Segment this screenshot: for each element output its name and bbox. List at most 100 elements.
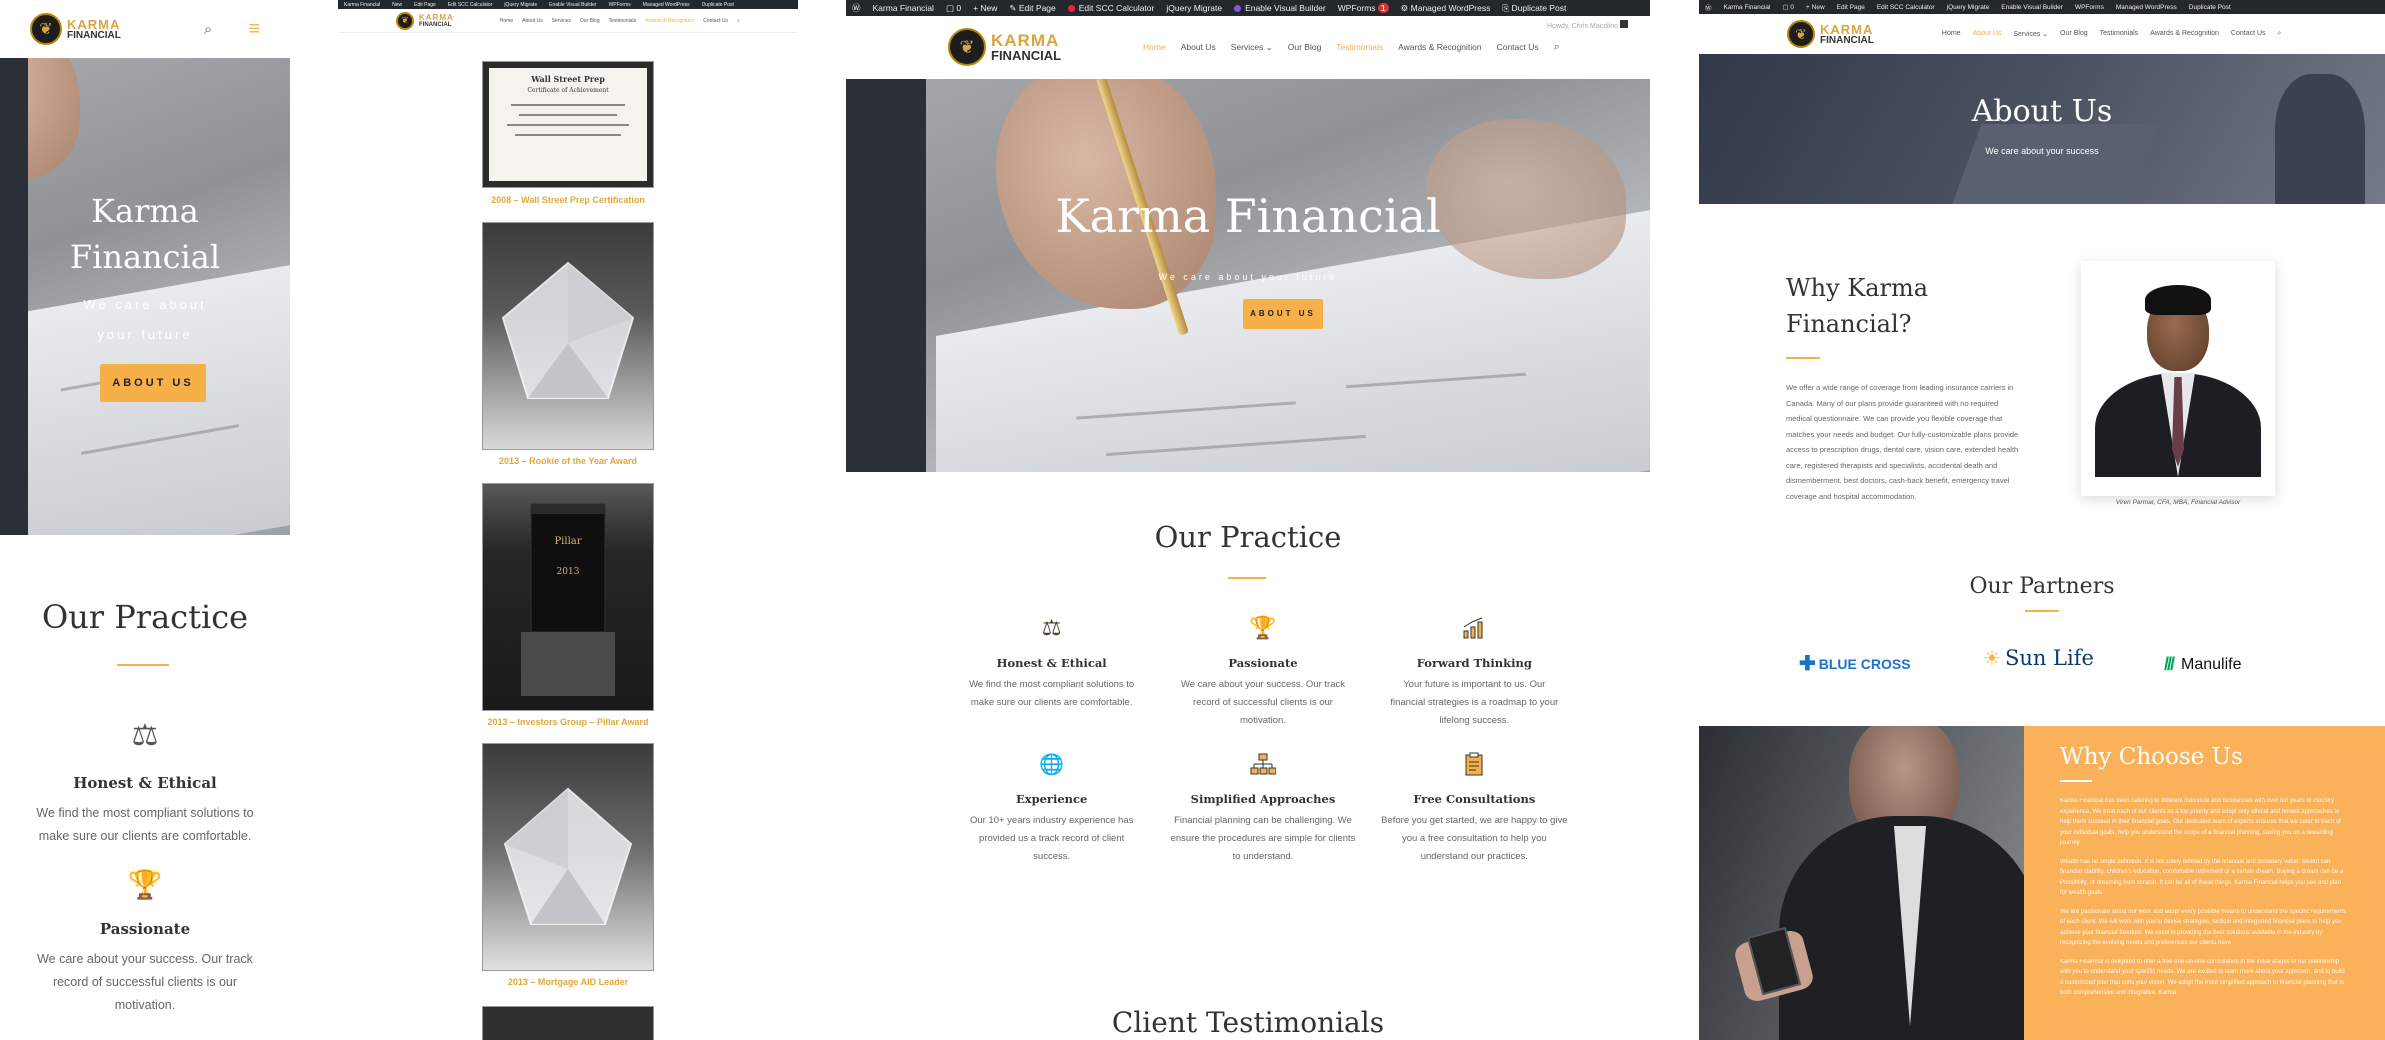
hero-title: Karma Financial (69, 192, 221, 276)
nav-testimonials[interactable]: Testimonials (609, 18, 637, 24)
nav-services[interactable]: Services ⌄ (2013, 30, 2048, 38)
gold-divider (117, 664, 169, 666)
about-title: About Us (1971, 94, 2113, 129)
admin-edit-page[interactable]: ✎ Edit Page (1009, 3, 1055, 14)
admin-duplicate[interactable]: ⎘ Duplicate Post (1502, 3, 1566, 14)
admin-bar: Ⓦ Karma Financial ▢ 0 + New Edit Page Edit SC… (1699, 0, 2385, 14)
sun-icon: ☀ (1983, 646, 2001, 670)
manulife-m-icon: /// (2164, 654, 2175, 674)
search-icon[interactable]: ⌕ (737, 18, 740, 24)
hero-subtitle: We care about your future (1158, 272, 1338, 282)
nav-testimonials[interactable]: Testimonials (2100, 30, 2139, 38)
desktop-home-panel: Ⓦ Karma Financial ▢ 0 + New ✎ Edit Page … (846, 0, 1650, 1040)
feature-item: Free Consultations Before you get starte… (1369, 748, 1580, 866)
main-nav: Home About Us Services ⌄ Our Blog Testim… (1143, 41, 1560, 54)
hamburger-menu-icon[interactable]: ≡ (248, 18, 260, 41)
partner-logo-bluecross[interactable]: ✚ BLUE CROSS (1799, 651, 1911, 676)
about-subtitle: We care about your success (1985, 146, 2099, 156)
admin-site-name[interactable]: Karma Financial (873, 3, 934, 13)
admin-jquery[interactable]: jQuery Migrate (1166, 3, 1222, 13)
main-nav: Home About Us Services ⌄ Our Blog Testim… (1942, 30, 2282, 38)
tree-logo-icon: ❦ (1787, 20, 1815, 48)
site-logo[interactable]: ❦ KARMA FINANCIAL (1787, 20, 1874, 48)
nav-contact[interactable]: Contact Us (2231, 30, 2266, 38)
feature-item: 🌐 Experience Our 10+ years industry expe… (946, 748, 1157, 866)
nav-services[interactable]: Services (552, 18, 571, 24)
admin-managed-wp[interactable]: ⚙ Managed WordPress (1401, 3, 1491, 14)
nav-about[interactable]: About Us (1973, 30, 2002, 38)
why-choose-section: Why Choose Us Karma Financial has been c… (2024, 726, 2385, 1040)
about-hero: About Us We care about your success (1699, 54, 2385, 204)
cross-icon: ✚ (1799, 653, 1816, 675)
search-icon[interactable]: ⌕ (204, 21, 212, 38)
award-image (482, 1006, 654, 1040)
nav-contact[interactable]: Contact Us (1497, 42, 1539, 52)
tree-logo-icon: ❦ (396, 11, 414, 30)
admin-wpforms[interactable]: WPForms 1 (1338, 3, 1389, 13)
site-header: ❦ KARMA FINANCIAL Home About Us Services … (338, 9, 798, 33)
wordpress-icon[interactable]: Ⓦ (852, 2, 861, 14)
logo-karma-text: KARMA (67, 16, 121, 32)
partner-logo-manulife[interactable]: ///Manulife (2164, 654, 2242, 675)
advisor-photo-card (2081, 261, 2275, 496)
nav-about[interactable]: About Us (522, 18, 543, 24)
pillar-award-image: Pillar 2013 (482, 483, 654, 711)
partners-title: Our Partners (1969, 574, 2115, 599)
nav-blog[interactable]: Our Blog (580, 18, 600, 24)
growth-chart-icon (1369, 612, 1580, 644)
admin-bar: Ⓦ Karma Financial ▢ 0 + New ✎ Edit Page … (846, 0, 1650, 16)
crystal-award-image (482, 743, 654, 971)
award-caption: 2013 – Rookie of the Year Award (499, 456, 637, 466)
site-header: ❦ KARMA FINANCIAL Home About Us Services … (846, 16, 1650, 78)
nav-home[interactable]: Home (500, 18, 513, 24)
features-grid: ⚖ Honest & Ethical We find the most comp… (946, 612, 1580, 866)
nav-home[interactable]: Home (1942, 30, 1961, 38)
admin-scc[interactable]: Edit SCC Calculator (1067, 3, 1154, 13)
site-logo[interactable]: ❦ KARMA FINANCIAL (30, 13, 121, 45)
hero-title: Karma Financial (1055, 189, 1441, 243)
practice-title: Our Practice (1154, 520, 1342, 554)
feature-item: Simplified Approaches Financial planning… (1157, 748, 1368, 866)
testimonials-title: Client Testimonials (1111, 1006, 1385, 1039)
admin-visual-builder[interactable]: Enable Visual Builder (1234, 3, 1326, 13)
businessman-image (1699, 726, 2024, 1040)
gold-divider (2025, 610, 2059, 612)
crystal-award-image (482, 222, 654, 450)
nav-services[interactable]: Services ⌄ (1231, 42, 1273, 53)
about-us-button[interactable]: ABOUT US (100, 364, 206, 402)
award-caption: 2013 – Investors Group – Pillar Award (487, 717, 649, 727)
hero-subtitle: We care about your future (83, 297, 207, 342)
site-logo[interactable]: ❦ KARMA FINANCIAL (396, 11, 454, 30)
site-logo[interactable]: ❦ KARMA FINANCIAL (948, 28, 1061, 66)
nav-blog[interactable]: Our Blog (2060, 30, 2088, 38)
trophy-icon: 🏆 (1249, 615, 1277, 640)
nav-about[interactable]: About Us (1181, 42, 1216, 52)
search-icon[interactable]: ⌕ (1554, 41, 1560, 54)
nav-awards[interactable]: Awards & Recognition (645, 18, 694, 24)
nav-awards[interactable]: Awards & Recognition (2150, 30, 2219, 38)
why-choose-title: Why Choose Us (2060, 744, 2243, 770)
admin-bar: Karma Financial New Edit Page Edit SCC Calc… (338, 0, 798, 9)
hierarchy-icon (1157, 748, 1368, 780)
award-caption: 2013 – Mortgage AID Leader (507, 977, 629, 987)
globe-icon: 🌐 (1039, 753, 1065, 776)
nav-awards[interactable]: Awards & Recognition (1398, 42, 1481, 52)
advisor-photo (2095, 277, 2261, 477)
feature-item: 🏆 Passionate We care about your success.… (1157, 612, 1368, 730)
partner-logo-sunlife[interactable]: ☀ Sun Life (1983, 646, 2094, 670)
comments-icon[interactable]: ▢ 0 (946, 3, 961, 14)
nav-home[interactable]: Home (1143, 42, 1166, 52)
mobile-header: ❦ KARMA FINANCIAL ⌕ ≡ (0, 0, 290, 58)
practice-title: Our Practice (41, 598, 249, 636)
nav-testimonials[interactable]: Testimonials (1336, 42, 1383, 52)
search-icon[interactable]: ⌕ (2278, 30, 2282, 38)
about-us-button[interactable]: ABOUT US (1243, 299, 1323, 329)
admin-new[interactable]: + New (973, 3, 997, 13)
nav-blog[interactable]: Our Blog (1288, 42, 1322, 52)
advisor-caption: Viren Parmar, CFA, MBA, Financial Adviso… (2115, 499, 2241, 506)
main-nav: Home About Us Services Our Blog Testimon… (500, 18, 740, 24)
logo-financial-text: FINANCIAL (67, 29, 121, 41)
trophy-icon: 🏆 (127, 869, 163, 900)
nav-contact[interactable]: Contact Us (703, 18, 728, 24)
tree-logo-icon: ❦ (30, 13, 62, 45)
